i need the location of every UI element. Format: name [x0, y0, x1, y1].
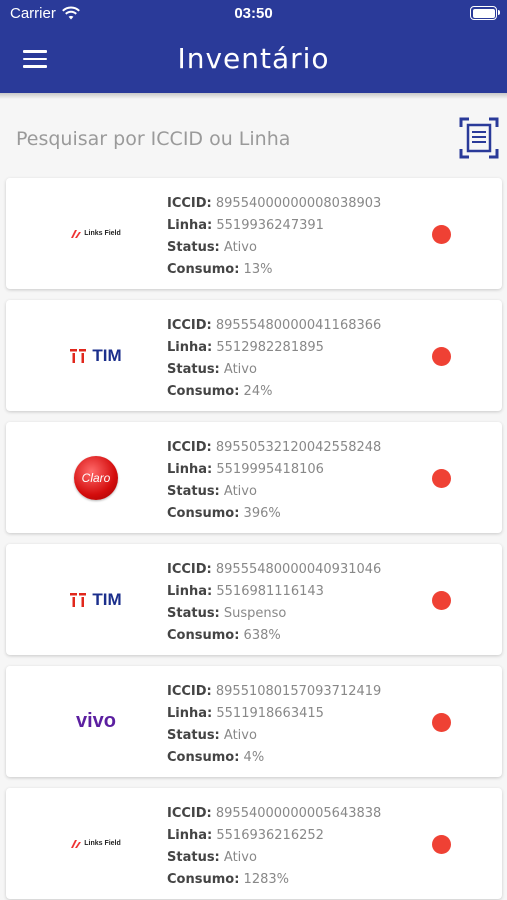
status-row: Status: Ativo	[167, 728, 257, 743]
search-input[interactable]: Pesquisar por ICCID ou Linha	[16, 128, 290, 150]
sim-info: ICCID: 89551080157093712419 Linha: 55119…	[167, 681, 381, 769]
status-row: Status: Ativo	[167, 362, 257, 377]
status-indicator	[432, 835, 451, 854]
inventory-card[interactable]: Claro ICCID: 89550532120042558248 Linha:…	[6, 422, 502, 533]
tim-logo: TIM	[70, 346, 122, 366]
iccid-row: ICCID: 89554000000008038903	[167, 196, 382, 211]
status-value: Ativo	[223, 850, 257, 865]
carrier-logo: Claro	[46, 422, 146, 533]
carrier-logo: Links Field	[46, 178, 146, 289]
inventory-card[interactable]: Links Field ICCID: 89554000000008038903 …	[6, 178, 502, 289]
status-indicator	[432, 347, 451, 366]
tim-logo: TIM	[70, 590, 122, 610]
consumo-value: 13%	[243, 262, 273, 277]
carrier-logo: Links Field	[46, 788, 146, 899]
iccid-row: ICCID: 89555480000040931046	[167, 562, 382, 577]
status-value: Suspenso	[223, 606, 287, 621]
linha-row: Linha: 5511918663415	[167, 706, 324, 721]
linha-value: 5512982281895	[216, 340, 324, 355]
sim-info: ICCID: 89555480000040931046 Linha: 55169…	[167, 559, 381, 647]
sim-info: ICCID: 89554000000005643838 Linha: 55169…	[167, 803, 381, 891]
consumo-row: Consumo: 1283%	[167, 872, 289, 887]
linha-row: Linha: 5516936216252	[167, 828, 324, 843]
status-row: Status: Suspenso	[167, 606, 287, 621]
consumo-value: 24%	[243, 384, 273, 399]
consumo-row: Consumo: 13%	[167, 262, 273, 277]
tim-icon	[70, 348, 87, 363]
links-field-logo: Links Field	[71, 229, 121, 238]
iccid-value: 89550532120042558248	[215, 440, 382, 455]
status-row: Status: Ativo	[167, 484, 257, 499]
tim-icon	[70, 592, 87, 607]
status-indicator	[432, 591, 451, 610]
status-indicator	[432, 225, 451, 244]
consumo-row: Consumo: 396%	[167, 506, 281, 521]
consumo-value: 396%	[243, 506, 281, 521]
linha-value: 5516981116143	[216, 584, 324, 599]
inventory-card[interactable]: Links Field ICCID: 89554000000005643838 …	[6, 788, 502, 899]
linha-value: 5511918663415	[216, 706, 324, 721]
app-header: Carrier 03:50 Inventário	[0, 0, 507, 93]
header-shadow	[0, 93, 507, 99]
links-field-logo: Links Field	[71, 839, 121, 848]
linha-value: 5519936247391	[216, 218, 324, 233]
sim-info: ICCID: 89555480000041168366 Linha: 55129…	[167, 315, 381, 403]
status-indicator	[432, 713, 451, 732]
barcode-scan-icon[interactable]	[459, 117, 499, 159]
status-value: Ativo	[223, 362, 257, 377]
consumo-row: Consumo: 4%	[167, 750, 265, 765]
consumo-row: Consumo: 638%	[167, 628, 281, 643]
carrier-logo: vivo	[46, 666, 146, 777]
linha-row: Linha: 5519936247391	[167, 218, 324, 233]
status-bar: Carrier 03:50	[0, 0, 507, 30]
carrier-logo: TIM	[46, 300, 146, 411]
links-field-icon	[71, 229, 82, 238]
status-row: Status: Ativo	[167, 240, 257, 255]
linha-row: Linha: 5512982281895	[167, 340, 324, 355]
linha-value: 5519995418106	[216, 462, 324, 477]
battery-icon	[470, 6, 500, 20]
page-title: Inventário	[177, 42, 330, 75]
iccid-value: 89554000000008038903	[215, 196, 382, 211]
consumo-value: 1283%	[243, 872, 289, 887]
sim-info: ICCID: 89554000000008038903 Linha: 55199…	[167, 193, 381, 281]
status-indicator	[432, 469, 451, 488]
claro-logo: Claro	[74, 455, 118, 500]
carrier-logo: TIM	[46, 544, 146, 655]
sim-info: ICCID: 89550532120042558248 Linha: 55199…	[167, 437, 381, 525]
consumo-row: Consumo: 24%	[167, 384, 273, 399]
clock: 03:50	[234, 5, 273, 22]
status-value: Ativo	[223, 240, 257, 255]
status-row: Status: Ativo	[167, 850, 257, 865]
inventory-card[interactable]: TIM ICCID: 89555480000040931046 Linha: 5…	[6, 544, 502, 655]
consumo-value: 638%	[243, 628, 281, 643]
inventory-card[interactable]: vivo ICCID: 89551080157093712419 Linha: …	[6, 666, 502, 777]
linha-row: Linha: 5516981116143	[167, 584, 324, 599]
iccid-value: 89554000000005643838	[215, 806, 382, 821]
status-value: Ativo	[223, 484, 257, 499]
iccid-value: 89555480000041168366	[215, 318, 382, 333]
linha-value: 5516936216252	[216, 828, 324, 843]
iccid-value: 89551080157093712419	[215, 684, 382, 699]
status-value: Ativo	[223, 728, 257, 743]
iccid-row: ICCID: 89554000000005643838	[167, 806, 382, 821]
links-field-icon	[71, 839, 82, 848]
iccid-row: ICCID: 89555480000041168366	[167, 318, 382, 333]
consumo-value: 4%	[243, 750, 265, 765]
linha-row: Linha: 5519995418106	[167, 462, 324, 477]
iccid-row: ICCID: 89550532120042558248	[167, 440, 382, 455]
iccid-row: ICCID: 89551080157093712419	[167, 684, 382, 699]
vivo-logo: vivo	[75, 710, 117, 732]
inventory-card[interactable]: TIM ICCID: 89555480000041168366 Linha: 5…	[6, 300, 502, 411]
iccid-value: 89555480000040931046	[215, 562, 382, 577]
